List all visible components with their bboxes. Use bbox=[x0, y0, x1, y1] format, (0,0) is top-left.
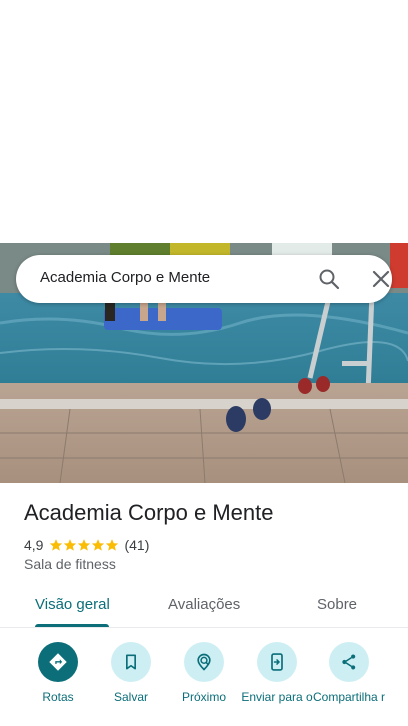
share-label: Compartilha r bbox=[312, 690, 386, 704]
share-icon bbox=[329, 642, 369, 682]
search-icon[interactable] bbox=[317, 267, 341, 291]
place-category[interactable]: Sala de fitness bbox=[24, 556, 116, 572]
directions-icon bbox=[38, 642, 78, 682]
send-to-phone-icon bbox=[257, 642, 297, 682]
rating-stars bbox=[49, 538, 119, 552]
rating-value: 4,9 bbox=[24, 537, 44, 553]
nearby-label: Próximo bbox=[181, 690, 226, 704]
search-bar[interactable]: Academia Corpo e Mente bbox=[16, 255, 392, 303]
review-count[interactable]: (41) bbox=[124, 537, 149, 553]
save-label: Salvar bbox=[113, 690, 148, 704]
star-icon bbox=[50, 539, 63, 551]
close-icon[interactable] bbox=[369, 267, 393, 291]
active-tab-indicator bbox=[35, 624, 109, 627]
star-icon bbox=[92, 539, 105, 551]
search-input[interactable]: Academia Corpo e Mente bbox=[40, 269, 210, 286]
directions-label: Rotas bbox=[42, 690, 74, 704]
tab-overview[interactable]: Visão geral bbox=[35, 596, 110, 613]
place-tabs: Visão geral Avaliações Sobre bbox=[0, 588, 408, 628]
tab-reviews[interactable]: Avaliações bbox=[168, 596, 240, 613]
star-icon bbox=[64, 539, 77, 551]
rating-row[interactable]: 4,9 (41) bbox=[24, 536, 149, 554]
tab-about[interactable]: Sobre bbox=[317, 596, 357, 613]
star-icon bbox=[106, 539, 119, 551]
send-to-phone-label: Enviar para o bbox=[241, 690, 313, 704]
place-name: Academia Corpo e Mente bbox=[24, 500, 274, 525]
bookmark-icon bbox=[111, 642, 151, 682]
nearby-icon bbox=[184, 642, 224, 682]
star-icon bbox=[78, 539, 91, 551]
action-buttons: Rotas Salvar Próximo Enviar para o Compa… bbox=[0, 640, 408, 726]
